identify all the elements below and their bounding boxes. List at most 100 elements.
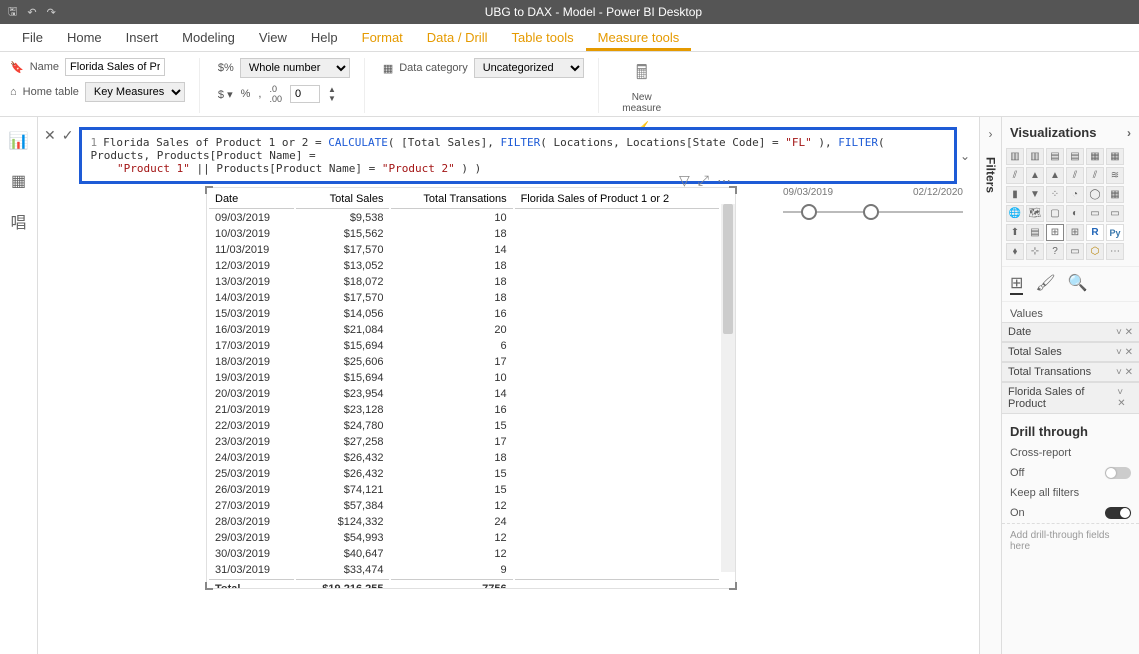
save-icon[interactable]: 🖫 — [8, 3, 17, 22]
viz-table-icon[interactable]: ⊞ — [1046, 224, 1064, 241]
redo-icon[interactable]: ↷ — [47, 6, 56, 19]
formula-expand-icon[interactable]: ⌄ — [957, 149, 973, 163]
resize-handle-tr[interactable] — [729, 186, 737, 194]
viz-r-icon[interactable]: R — [1086, 224, 1104, 241]
menu-help[interactable]: Help — [299, 24, 350, 51]
viz-get-more-icon[interactable]: ⋯ — [1106, 243, 1124, 260]
table-row[interactable]: 20/03/2019$23,95414 — [209, 387, 719, 401]
viz-key-influencers-icon[interactable]: ⬧ — [1006, 243, 1024, 260]
table-row[interactable]: 27/03/2019$57,38412 — [209, 499, 719, 513]
table-row[interactable]: 14/03/2019$17,57018 — [209, 291, 719, 305]
menu-home[interactable]: Home — [55, 24, 114, 51]
slider-handle-right[interactable] — [863, 204, 879, 220]
viz-line-stacked-icon[interactable]: ⫽ — [1086, 167, 1104, 184]
filters-expand-icon[interactable]: › — [989, 127, 993, 141]
formula-commit-icon[interactable]: ✓ — [62, 127, 74, 144]
viz-qa-icon[interactable]: ? — [1046, 243, 1064, 260]
percent-button[interactable]: % — [241, 88, 251, 100]
filters-pane[interactable]: › Filters — [979, 117, 1001, 654]
viz-funnel-icon[interactable]: ▼ — [1026, 186, 1044, 203]
table-row[interactable]: 31/03/2019$33,4749 — [209, 563, 719, 577]
table-row[interactable]: 25/03/2019$26,43215 — [209, 467, 719, 481]
viz-shape-map-icon[interactable]: ▢ — [1046, 205, 1064, 222]
viz-treemap-icon[interactable]: ▦ — [1106, 186, 1124, 203]
currency-button[interactable]: $ ▾ — [218, 88, 233, 101]
table-row[interactable]: 17/03/2019$15,6946 — [209, 339, 719, 353]
table-row[interactable]: 23/03/2019$27,25817 — [209, 435, 719, 449]
menu-insert[interactable]: Insert — [114, 24, 171, 51]
viz-powerapps-icon[interactable]: ⬡ — [1086, 243, 1104, 260]
menu-datadrill[interactable]: Data / Drill — [415, 24, 500, 51]
viz-matrix-icon[interactable]: ⊞ — [1066, 224, 1084, 241]
comma-button[interactable]: , — [258, 88, 261, 100]
formula-cancel-icon[interactable]: ✕ — [44, 127, 56, 144]
col-trans[interactable]: Total Transations — [391, 190, 512, 209]
field-well[interactable]: Total Sales˅ ✕ — [1002, 342, 1139, 362]
table-row[interactable]: 10/03/2019$15,56218 — [209, 227, 719, 241]
viz-stacked-bar-icon[interactable]: ▥ — [1006, 148, 1024, 165]
table-row[interactable]: 12/03/2019$13,05218 — [209, 259, 719, 273]
viz-100-column-icon[interactable]: ▦ — [1106, 148, 1124, 165]
viz-clustered-bar-icon[interactable]: ▤ — [1046, 148, 1064, 165]
viz-multi-card-icon[interactable]: ▭ — [1106, 205, 1124, 222]
format-select[interactable]: Whole number — [240, 58, 350, 78]
field-well[interactable]: Florida Sales of Product˅ ✕ — [1002, 382, 1139, 414]
table-row[interactable]: 28/03/2019$124,33224 — [209, 515, 719, 529]
viz-line-icon[interactable]: ⫽ — [1006, 167, 1024, 184]
table-row[interactable]: 24/03/2019$26,43218 — [209, 451, 719, 465]
drill-drop-hint[interactable]: Add drill-through fields here — [1002, 523, 1139, 558]
viz-collapse-icon[interactable]: › — [1127, 126, 1131, 140]
viz-gauge-icon[interactable]: ◐ — [1066, 205, 1084, 222]
col-date[interactable]: Date — [209, 190, 294, 209]
viz-area-icon[interactable]: ▲ — [1026, 167, 1044, 184]
analytics-tab-icon[interactable]: 🔍 — [1068, 273, 1088, 295]
viz-stacked-area-icon[interactable]: ▲ — [1046, 167, 1064, 184]
table-row[interactable]: 26/03/2019$74,12115 — [209, 483, 719, 497]
decimals-up[interactable]: ▲ — [328, 85, 336, 94]
viz-decomposition-icon[interactable]: ⊹ — [1026, 243, 1044, 260]
decimals-input[interactable] — [290, 85, 320, 103]
focus-icon[interactable]: ⤢ — [698, 172, 709, 189]
hometable-select[interactable]: Key Measures — [85, 82, 185, 102]
measure-name-input[interactable] — [65, 58, 165, 76]
table-row[interactable]: 09/03/2019$9,53810 — [209, 211, 719, 225]
viz-clustered-column-icon[interactable]: ▤ — [1066, 148, 1084, 165]
viz-scatter-icon[interactable]: ⁘ — [1046, 186, 1064, 203]
datacategory-select[interactable]: Uncategorized — [474, 58, 584, 78]
viz-slicer-icon[interactable]: ▤ — [1026, 224, 1044, 241]
decimals-down[interactable]: ▼ — [328, 94, 336, 103]
viz-stacked-column-icon[interactable]: ▥ — [1026, 148, 1044, 165]
scrollbar-thumb[interactable] — [723, 204, 733, 334]
viz-python-icon[interactable]: Py — [1106, 224, 1124, 241]
table-row[interactable]: 21/03/2019$23,12816 — [209, 403, 719, 417]
table-row[interactable]: 11/03/2019$17,57014 — [209, 243, 719, 257]
formula-bar[interactable]: 1Florida Sales of Product 1 or 2 = CALCU… — [79, 127, 957, 184]
slider-handle-left[interactable] — [801, 204, 817, 220]
table-row[interactable]: 22/03/2019$24,78015 — [209, 419, 719, 433]
undo-icon[interactable]: ↶ — [27, 6, 36, 19]
col-sales[interactable]: Total Sales — [296, 190, 389, 209]
menu-file[interactable]: File — [10, 24, 55, 51]
cross-report-toggle[interactable] — [1105, 467, 1131, 479]
table-row[interactable]: 30/03/2019$40,64712 — [209, 547, 719, 561]
viz-kpi-icon[interactable]: ⬆ — [1006, 224, 1024, 241]
data-view-icon[interactable]: ▦ — [9, 171, 29, 191]
menu-format[interactable]: Format — [350, 24, 415, 51]
table-row[interactable]: 18/03/2019$25,60617 — [209, 355, 719, 369]
format-tab-icon[interactable]: 🖌 — [1035, 273, 1055, 295]
table-row[interactable]: 13/03/2019$18,07218 — [209, 275, 719, 289]
viz-donut-icon[interactable]: ◯ — [1086, 186, 1104, 203]
viz-paginated-icon[interactable]: ▭ — [1066, 243, 1084, 260]
viz-pie-icon[interactable]: ◔ — [1066, 186, 1084, 203]
viz-100-bar-icon[interactable]: ▦ — [1086, 148, 1104, 165]
viz-line-column-icon[interactable]: ⫽ — [1066, 167, 1084, 184]
viz-map-icon[interactable]: 🌐 — [1006, 205, 1024, 222]
menu-measuretools[interactable]: Measure tools — [586, 24, 692, 51]
viz-filled-map-icon[interactable]: 🗺 — [1026, 205, 1044, 222]
resize-handle-br[interactable] — [729, 582, 737, 590]
fields-tab-icon[interactable]: ⊞ — [1010, 273, 1023, 295]
table-row[interactable]: 15/03/2019$14,05616 — [209, 307, 719, 321]
menu-modeling[interactable]: Modeling — [170, 24, 247, 51]
viz-card-icon[interactable]: ▭ — [1086, 205, 1104, 222]
field-well[interactable]: Date˅ ✕ — [1002, 322, 1139, 342]
